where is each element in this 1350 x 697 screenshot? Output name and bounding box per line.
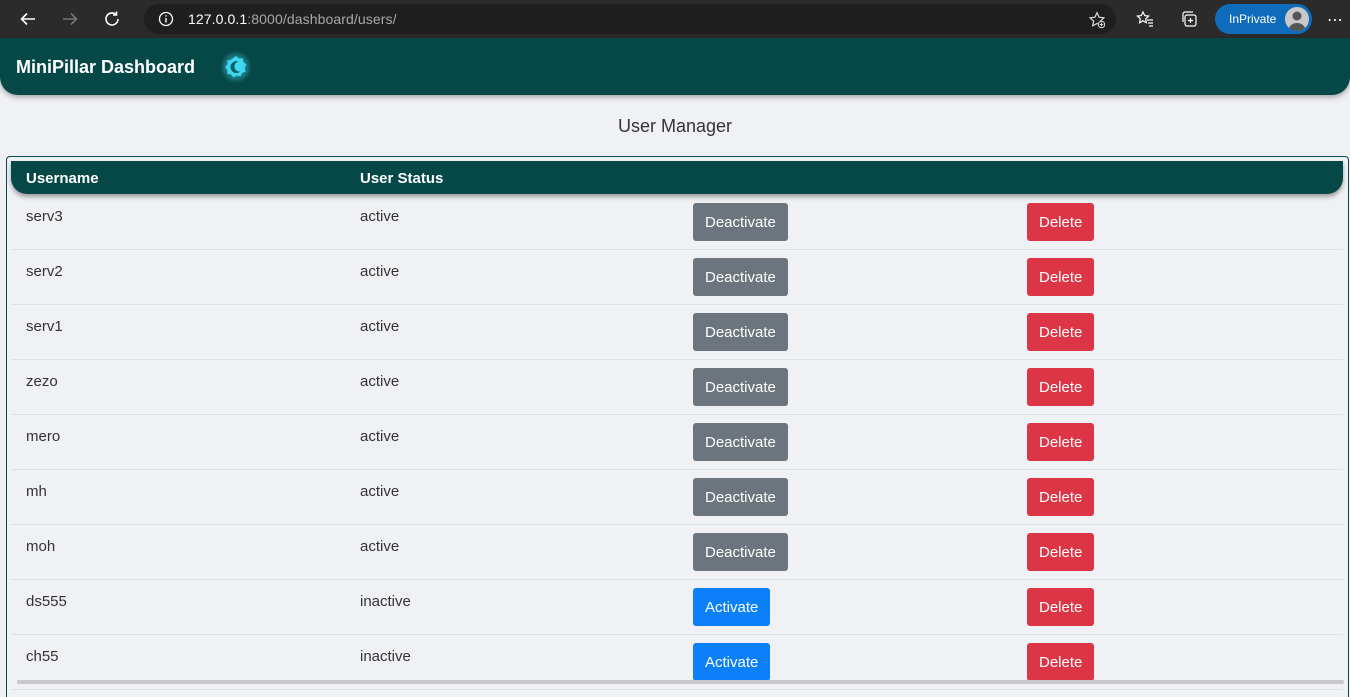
activate-button[interactable]: Activate <box>693 643 771 681</box>
users-table: Username User Status serv3 active Deactiva… <box>6 156 1349 697</box>
collections-icon[interactable] <box>1180 10 1198 28</box>
url-host: 127.0.0.1 <box>188 11 248 27</box>
inprivate-label: InPrivate <box>1229 12 1277 26</box>
delete-button[interactable]: Delete <box>1027 588 1095 626</box>
url-path: :8000/dashboard/users/ <box>247 11 397 27</box>
table-row: mh active Deactivate Delete <box>11 469 1343 525</box>
more-icon[interactable]: ⋯ <box>1327 10 1344 30</box>
delete-button[interactable]: Delete <box>1027 533 1095 571</box>
avatar <box>1285 7 1309 31</box>
status-cell: inactive <box>360 593 411 610</box>
inprivate-badge[interactable]: InPrivate <box>1215 4 1312 34</box>
deactivate-button[interactable]: Deactivate <box>693 533 788 571</box>
username-cell: mh <box>26 483 47 500</box>
favorites-icon[interactable] <box>1136 10 1154 28</box>
status-cell: active <box>360 318 400 335</box>
deactivate-button[interactable]: Deactivate <box>693 313 788 351</box>
refresh-icon <box>105 11 119 26</box>
table-row: ds555 inactive Activate Delete <box>11 579 1343 635</box>
status-cell: active <box>360 483 400 500</box>
username-cell: zezo <box>26 373 58 390</box>
status-cell: active <box>360 428 400 445</box>
username-cell: ch55 <box>26 648 59 665</box>
browser-toolbar: 127.0.0.1:8000/dashboard/users/ InPrivat… <box>0 0 1350 38</box>
favorite-add-icon[interactable] <box>1088 11 1106 29</box>
delete-button[interactable]: Delete <box>1027 368 1095 406</box>
deactivate-button[interactable]: Deactivate <box>693 258 788 296</box>
status-cell: active <box>360 373 400 390</box>
column-header-username: Username <box>26 170 99 187</box>
column-header-user-status: User Status <box>360 170 444 187</box>
status-cell: active <box>360 263 400 280</box>
deactivate-button[interactable]: Deactivate <box>693 368 788 406</box>
app-header: MiniPillar Dashboard <box>0 38 1350 95</box>
username-cell: mero <box>26 428 61 445</box>
deactivate-button[interactable]: Deactivate <box>693 203 788 241</box>
table-row: serv2 active Deactivate Delete <box>11 249 1343 305</box>
table-row: serv1 active Deactivate Delete <box>11 304 1343 360</box>
status-cell: active <box>360 208 400 225</box>
status-cell: active <box>360 538 400 555</box>
username-cell: serv2 <box>26 263 63 280</box>
delete-button[interactable]: Delete <box>1027 313 1095 351</box>
table-row: serv3 active Deactivate Delete <box>11 194 1343 250</box>
url-text: 127.0.0.1:8000/dashboard/users/ <box>188 11 397 27</box>
deactivate-button[interactable]: Deactivate <box>693 478 788 516</box>
brand-title: MiniPillar Dashboard <box>16 57 196 77</box>
delete-button[interactable]: Delete <box>1027 423 1095 461</box>
page-title: User Manager <box>617 116 733 136</box>
table-header: Username User Status <box>11 161 1343 194</box>
activate-button[interactable]: Activate <box>693 588 771 626</box>
username-cell: serv1 <box>26 318 63 335</box>
forward-button[interactable] <box>55 4 85 34</box>
table-row: mero active Deactivate Delete <box>11 414 1343 470</box>
username-cell: moh <box>26 538 56 555</box>
refresh-button[interactable] <box>97 4 127 34</box>
deactivate-button[interactable]: Deactivate <box>693 423 788 461</box>
username-cell: serv3 <box>26 208 63 225</box>
username-cell: ds555 <box>26 593 67 610</box>
info-icon[interactable] <box>158 11 174 27</box>
horizontal-scrollbar[interactable] <box>17 680 1344 684</box>
delete-button[interactable]: Delete <box>1027 478 1095 516</box>
back-button[interactable] <box>13 4 43 34</box>
table-row: moh active Deactivate Delete <box>11 524 1343 580</box>
delete-button[interactable]: Delete <box>1027 258 1095 296</box>
address-bar[interactable]: 127.0.0.1:8000/dashboard/users/ <box>144 4 1116 34</box>
delete-button[interactable]: Delete <box>1027 643 1095 681</box>
table-row: zezo active Deactivate Delete <box>11 359 1343 415</box>
logo-icon <box>220 51 252 83</box>
status-cell: inactive <box>360 648 411 665</box>
forward-arrow-icon <box>63 12 78 26</box>
back-arrow-icon <box>20 12 35 26</box>
delete-button[interactable]: Delete <box>1027 203 1095 241</box>
